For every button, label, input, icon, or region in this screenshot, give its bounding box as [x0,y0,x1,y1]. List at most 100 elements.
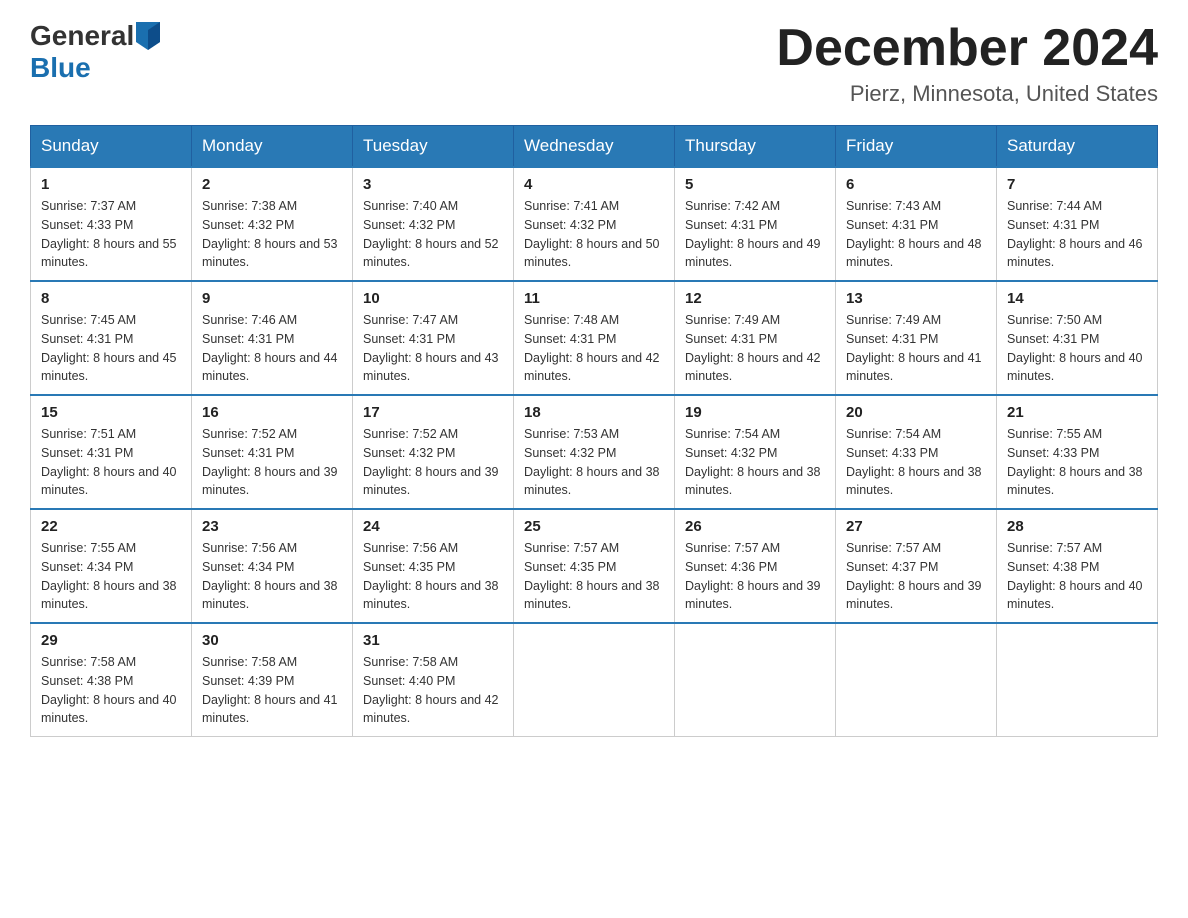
day-number: 27 [846,518,986,535]
location-title: Pierz, Minnesota, United States [776,81,1158,107]
day-info: Sunrise: 7:58 AM Sunset: 4:38 PM Dayligh… [41,653,181,728]
day-number: 16 [202,404,342,421]
day-number: 25 [524,518,664,535]
logo-general-text: General [30,20,134,52]
day-info: Sunrise: 7:58 AM Sunset: 4:39 PM Dayligh… [202,653,342,728]
title-block: December 2024 Pierz, Minnesota, United S… [776,20,1158,107]
day-info: Sunrise: 7:44 AM Sunset: 4:31 PM Dayligh… [1007,197,1147,272]
table-row: 22 Sunrise: 7:55 AM Sunset: 4:34 PM Dayl… [31,509,192,623]
day-info: Sunrise: 7:41 AM Sunset: 4:32 PM Dayligh… [524,197,664,272]
calendar-week-row: 1 Sunrise: 7:37 AM Sunset: 4:33 PM Dayli… [31,167,1158,281]
day-number: 19 [685,404,825,421]
calendar-table: Sunday Monday Tuesday Wednesday Thursday… [30,125,1158,737]
table-row: 24 Sunrise: 7:56 AM Sunset: 4:35 PM Dayl… [353,509,514,623]
table-row: 9 Sunrise: 7:46 AM Sunset: 4:31 PM Dayli… [192,281,353,395]
day-info: Sunrise: 7:57 AM Sunset: 4:37 PM Dayligh… [846,539,986,614]
day-number: 21 [1007,404,1147,421]
day-number: 30 [202,632,342,649]
day-number: 10 [363,290,503,307]
day-info: Sunrise: 7:53 AM Sunset: 4:32 PM Dayligh… [524,425,664,500]
day-number: 17 [363,404,503,421]
col-wednesday: Wednesday [514,126,675,168]
day-number: 11 [524,290,664,307]
table-row: 3 Sunrise: 7:40 AM Sunset: 4:32 PM Dayli… [353,167,514,281]
day-number: 15 [41,404,181,421]
table-row [514,623,675,737]
day-info: Sunrise: 7:38 AM Sunset: 4:32 PM Dayligh… [202,197,342,272]
calendar-week-row: 8 Sunrise: 7:45 AM Sunset: 4:31 PM Dayli… [31,281,1158,395]
day-number: 1 [41,176,181,193]
table-row: 19 Sunrise: 7:54 AM Sunset: 4:32 PM Dayl… [675,395,836,509]
col-sunday: Sunday [31,126,192,168]
day-info: Sunrise: 7:58 AM Sunset: 4:40 PM Dayligh… [363,653,503,728]
table-row: 12 Sunrise: 7:49 AM Sunset: 4:31 PM Dayl… [675,281,836,395]
day-info: Sunrise: 7:42 AM Sunset: 4:31 PM Dayligh… [685,197,825,272]
day-info: Sunrise: 7:50 AM Sunset: 4:31 PM Dayligh… [1007,311,1147,386]
day-number: 26 [685,518,825,535]
day-info: Sunrise: 7:49 AM Sunset: 4:31 PM Dayligh… [846,311,986,386]
col-tuesday: Tuesday [353,126,514,168]
table-row: 31 Sunrise: 7:58 AM Sunset: 4:40 PM Dayl… [353,623,514,737]
table-row: 30 Sunrise: 7:58 AM Sunset: 4:39 PM Dayl… [192,623,353,737]
logo-blue-text: Blue [30,52,91,83]
day-info: Sunrise: 7:51 AM Sunset: 4:31 PM Dayligh… [41,425,181,500]
logo-icon [136,22,160,50]
table-row [675,623,836,737]
table-row: 14 Sunrise: 7:50 AM Sunset: 4:31 PM Dayl… [997,281,1158,395]
col-saturday: Saturday [997,126,1158,168]
day-info: Sunrise: 7:56 AM Sunset: 4:35 PM Dayligh… [363,539,503,614]
col-thursday: Thursday [675,126,836,168]
table-row: 26 Sunrise: 7:57 AM Sunset: 4:36 PM Dayl… [675,509,836,623]
table-row: 11 Sunrise: 7:48 AM Sunset: 4:31 PM Dayl… [514,281,675,395]
day-number: 6 [846,176,986,193]
logo: General Blue [30,20,160,84]
month-title: December 2024 [776,20,1158,77]
day-info: Sunrise: 7:48 AM Sunset: 4:31 PM Dayligh… [524,311,664,386]
table-row: 16 Sunrise: 7:52 AM Sunset: 4:31 PM Dayl… [192,395,353,509]
day-number: 8 [41,290,181,307]
col-monday: Monday [192,126,353,168]
table-row: 18 Sunrise: 7:53 AM Sunset: 4:32 PM Dayl… [514,395,675,509]
day-number: 5 [685,176,825,193]
day-info: Sunrise: 7:52 AM Sunset: 4:31 PM Dayligh… [202,425,342,500]
table-row: 27 Sunrise: 7:57 AM Sunset: 4:37 PM Dayl… [836,509,997,623]
day-number: 12 [685,290,825,307]
calendar-week-row: 15 Sunrise: 7:51 AM Sunset: 4:31 PM Dayl… [31,395,1158,509]
table-row: 25 Sunrise: 7:57 AM Sunset: 4:35 PM Dayl… [514,509,675,623]
table-row [997,623,1158,737]
calendar-week-row: 29 Sunrise: 7:58 AM Sunset: 4:38 PM Dayl… [31,623,1158,737]
table-row: 23 Sunrise: 7:56 AM Sunset: 4:34 PM Dayl… [192,509,353,623]
page-header: General Blue December 2024 Pierz, Minnes… [30,20,1158,107]
table-row: 4 Sunrise: 7:41 AM Sunset: 4:32 PM Dayli… [514,167,675,281]
day-number: 7 [1007,176,1147,193]
day-info: Sunrise: 7:47 AM Sunset: 4:31 PM Dayligh… [363,311,503,386]
table-row: 21 Sunrise: 7:55 AM Sunset: 4:33 PM Dayl… [997,395,1158,509]
table-row: 7 Sunrise: 7:44 AM Sunset: 4:31 PM Dayli… [997,167,1158,281]
day-number: 4 [524,176,664,193]
day-number: 3 [363,176,503,193]
table-row: 2 Sunrise: 7:38 AM Sunset: 4:32 PM Dayli… [192,167,353,281]
day-number: 2 [202,176,342,193]
day-info: Sunrise: 7:55 AM Sunset: 4:33 PM Dayligh… [1007,425,1147,500]
day-number: 14 [1007,290,1147,307]
day-info: Sunrise: 7:46 AM Sunset: 4:31 PM Dayligh… [202,311,342,386]
table-row: 13 Sunrise: 7:49 AM Sunset: 4:31 PM Dayl… [836,281,997,395]
table-row: 5 Sunrise: 7:42 AM Sunset: 4:31 PM Dayli… [675,167,836,281]
table-row: 28 Sunrise: 7:57 AM Sunset: 4:38 PM Dayl… [997,509,1158,623]
day-info: Sunrise: 7:57 AM Sunset: 4:36 PM Dayligh… [685,539,825,614]
calendar-header-row: Sunday Monday Tuesday Wednesday Thursday… [31,126,1158,168]
day-number: 13 [846,290,986,307]
table-row: 20 Sunrise: 7:54 AM Sunset: 4:33 PM Dayl… [836,395,997,509]
table-row: 10 Sunrise: 7:47 AM Sunset: 4:31 PM Dayl… [353,281,514,395]
calendar-week-row: 22 Sunrise: 7:55 AM Sunset: 4:34 PM Dayl… [31,509,1158,623]
table-row: 15 Sunrise: 7:51 AM Sunset: 4:31 PM Dayl… [31,395,192,509]
table-row: 17 Sunrise: 7:52 AM Sunset: 4:32 PM Dayl… [353,395,514,509]
col-friday: Friday [836,126,997,168]
day-info: Sunrise: 7:37 AM Sunset: 4:33 PM Dayligh… [41,197,181,272]
table-row: 1 Sunrise: 7:37 AM Sunset: 4:33 PM Dayli… [31,167,192,281]
day-info: Sunrise: 7:57 AM Sunset: 4:38 PM Dayligh… [1007,539,1147,614]
day-info: Sunrise: 7:45 AM Sunset: 4:31 PM Dayligh… [41,311,181,386]
day-number: 28 [1007,518,1147,535]
day-number: 23 [202,518,342,535]
day-info: Sunrise: 7:55 AM Sunset: 4:34 PM Dayligh… [41,539,181,614]
